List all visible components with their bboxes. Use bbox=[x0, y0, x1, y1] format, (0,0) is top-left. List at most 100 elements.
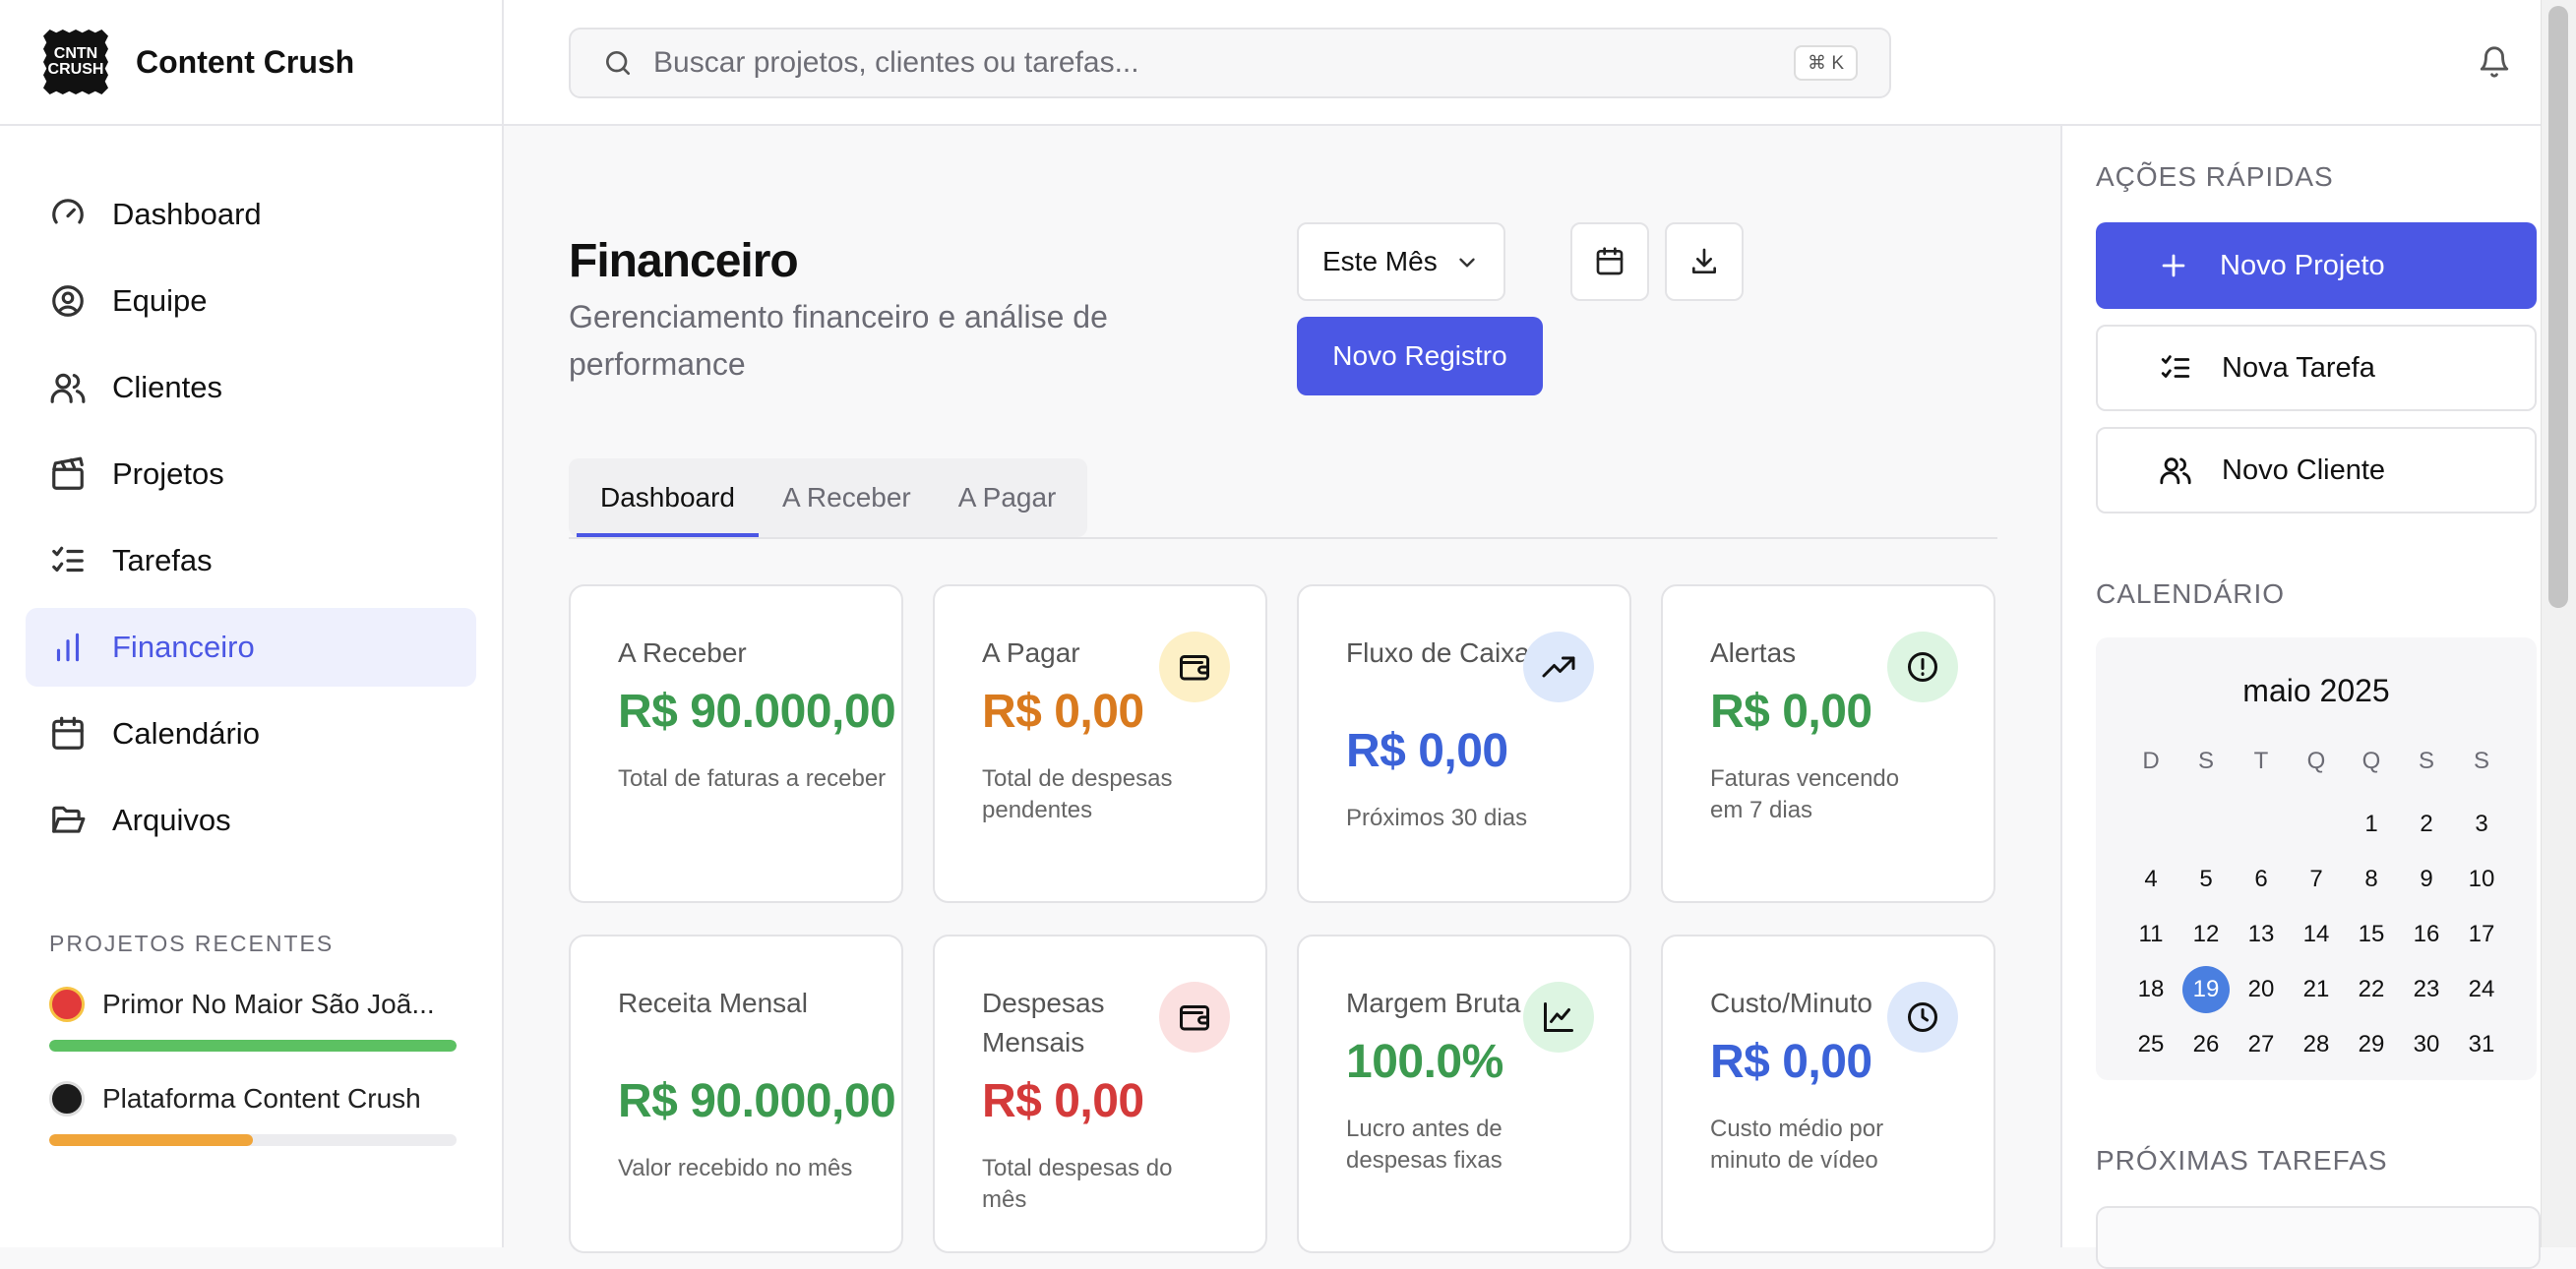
bell-icon[interactable] bbox=[2478, 45, 2511, 79]
calendar-day[interactable]: 13 bbox=[2234, 907, 2289, 962]
calendar-day[interactable]: 15 bbox=[2344, 907, 2399, 962]
card-value: R$ 90.000,00 bbox=[618, 686, 896, 738]
line-chart-icon bbox=[1544, 1002, 1573, 1032]
tab-dashboard[interactable]: Dashboard bbox=[577, 462, 759, 537]
day-number: 14 bbox=[2302, 921, 2330, 947]
calendar-day[interactable]: 31 bbox=[2454, 1017, 2509, 1072]
calendar-day-today[interactable]: 19 bbox=[2178, 962, 2234, 1017]
weekday-label: S bbox=[2473, 748, 2489, 774]
sidebar-item-label: Financeiro bbox=[112, 630, 255, 664]
recent-project[interactable]: Primor No Maior São Joã... bbox=[49, 987, 457, 1052]
user-circle-icon bbox=[52, 285, 84, 317]
tab-a-pagar[interactable]: A Pagar bbox=[935, 458, 1080, 537]
calendar-day[interactable]: 7 bbox=[2289, 852, 2344, 907]
sidebar-item-arquivos[interactable]: Arquivos bbox=[26, 781, 476, 860]
tab-a-receber[interactable]: A Receber bbox=[759, 458, 935, 537]
calendar-day[interactable]: 17 bbox=[2454, 907, 2509, 962]
recent-project[interactable]: Plataforma Content Crush bbox=[49, 1081, 457, 1146]
calendar-day[interactable]: 1 bbox=[2344, 797, 2399, 852]
card-description: Valor recebido no mês bbox=[618, 1155, 853, 1181]
calendar-day[interactable]: 10 bbox=[2454, 852, 2509, 907]
card-value: 100.0% bbox=[1346, 1036, 1503, 1088]
trending-up-icon bbox=[1542, 656, 1575, 678]
calendar-day[interactable]: 20 bbox=[2234, 962, 2289, 1017]
kpi-card[interactable]: Alertas R$ 0,00 Faturas vencendo em 7 dias bbox=[1661, 584, 1995, 903]
novo-projeto-button[interactable]: Novo Projeto bbox=[2096, 222, 2537, 309]
day-number: 7 bbox=[2309, 866, 2323, 892]
wallet-icon bbox=[1180, 1005, 1209, 1031]
day-number: 3 bbox=[2475, 811, 2488, 837]
kpi-card[interactable]: Margem Bruta 100.0% Lucro antes de despesa… bbox=[1297, 935, 1631, 1253]
card-label: Despesas Mensais bbox=[982, 988, 1105, 1058]
scrollbar[interactable] bbox=[2541, 0, 2576, 1247]
calendar-day[interactable]: 28 bbox=[2289, 1017, 2344, 1072]
sidebar-item-label: Tarefas bbox=[112, 543, 213, 577]
calendar-day[interactable]: 8 bbox=[2344, 852, 2399, 907]
sidebar-item-projetos[interactable]: Projetos bbox=[26, 435, 476, 514]
kpi-card[interactable]: Fluxo de Caixa R$ 0,00 Próximos 30 dias bbox=[1297, 584, 1631, 903]
kpi-card[interactable]: A Receber R$ 90.000,00 Total de faturas a … bbox=[569, 584, 903, 903]
calendar-empty-cell bbox=[2289, 797, 2344, 852]
new-record-button[interactable]: Novo Registro bbox=[1297, 317, 1543, 395]
sidebar-item-calendario[interactable]: Calendário bbox=[26, 695, 476, 773]
kpi-card[interactable]: Receita Mensal R$ 90.000,00 Valor recebido… bbox=[569, 935, 903, 1253]
search-input[interactable] bbox=[651, 45, 1738, 81]
project-name: Primor No Maior São Joã... bbox=[102, 989, 435, 1019]
calendar-day[interactable]: 22 bbox=[2344, 962, 2399, 1017]
calendar-day[interactable]: 4 bbox=[2123, 852, 2178, 907]
project-avatar bbox=[49, 1081, 85, 1117]
calendar-day[interactable]: 12 bbox=[2178, 907, 2234, 962]
calendar-day[interactable]: 23 bbox=[2399, 962, 2454, 1017]
calendar-day[interactable]: 30 bbox=[2399, 1017, 2454, 1072]
calendar-day[interactable]: 25 bbox=[2123, 1017, 2178, 1072]
sidebar-item-dashboard[interactable]: Dashboard bbox=[26, 175, 476, 254]
kpi-card[interactable]: Custo/Minuto R$ 0,00 Custo médio por minut… bbox=[1661, 935, 1995, 1253]
period-select[interactable]: Este Mês bbox=[1297, 222, 1505, 301]
project-progress-fill bbox=[49, 1134, 253, 1146]
nova-tarefa-button[interactable]: Nova Tarefa bbox=[2096, 325, 2537, 411]
day-number: 30 bbox=[2413, 1031, 2440, 1058]
novo-cliente-button[interactable]: Novo Cliente bbox=[2096, 427, 2537, 514]
card-value: R$ 90.000,00 bbox=[618, 1075, 896, 1127]
search-box[interactable]: ⌘ K bbox=[569, 28, 1891, 98]
day-number: 22 bbox=[2358, 976, 2385, 1002]
calendar-day[interactable]: 21 bbox=[2289, 962, 2344, 1017]
calendar-day[interactable]: 27 bbox=[2234, 1017, 2289, 1072]
brand[interactable]: CNTN CRUSH Content Crush bbox=[0, 0, 502, 126]
card-icon-badge bbox=[1523, 982, 1594, 1053]
kpi-card[interactable]: Despesas Mensais R$ 0,00 Total despesas do… bbox=[933, 935, 1267, 1253]
weekday-label: Q bbox=[2361, 748, 2381, 774]
day-number: 23 bbox=[2413, 976, 2440, 1002]
calendar-day[interactable]: 2 bbox=[2399, 797, 2454, 852]
sidebar-item-financeiro[interactable]: Financeiro bbox=[26, 608, 476, 687]
calendar-day[interactable]: 26 bbox=[2178, 1017, 2234, 1072]
weekday-label: Q bbox=[2306, 748, 2326, 774]
calendar-day[interactable]: 29 bbox=[2344, 1017, 2399, 1072]
calendar-day[interactable]: 6 bbox=[2234, 852, 2289, 907]
calendar-day[interactable]: 3 bbox=[2454, 797, 2509, 852]
card-icon-badge bbox=[1887, 632, 1958, 702]
calendar-day[interactable]: 24 bbox=[2454, 962, 2509, 1017]
sidebar-item-equipe[interactable]: Equipe bbox=[26, 262, 476, 340]
kpi-card[interactable]: A Pagar R$ 0,00 Total de despesas pendente… bbox=[933, 584, 1267, 903]
sidebar-item-clientes[interactable]: Clientes bbox=[26, 348, 476, 427]
tabs-divider bbox=[569, 537, 1997, 539]
calendar-button[interactable] bbox=[1570, 222, 1649, 301]
calendar-day[interactable]: 16 bbox=[2399, 907, 2454, 962]
calendar-empty-cell bbox=[2178, 797, 2234, 852]
bar-chart-icon bbox=[56, 633, 80, 662]
sidebar-item-tarefas[interactable]: Tarefas bbox=[26, 521, 476, 600]
calendar-day[interactable]: 18 bbox=[2123, 962, 2178, 1017]
alert-circle-icon bbox=[1908, 652, 1937, 682]
calendar-day[interactable]: 14 bbox=[2289, 907, 2344, 962]
day-number: 9 bbox=[2420, 866, 2433, 892]
calendar-day[interactable]: 11 bbox=[2123, 907, 2178, 962]
calendar-day[interactable]: 5 bbox=[2178, 852, 2234, 907]
calendar-day[interactable]: 9 bbox=[2399, 852, 2454, 907]
scrollbar-thumb[interactable] bbox=[2548, 6, 2568, 608]
download-icon bbox=[1692, 248, 1716, 273]
card-value: R$ 0,00 bbox=[1710, 686, 1872, 738]
sidebar-nav: Dashboard Equipe Clientes Projetos Tarefas Fi… bbox=[0, 126, 502, 860]
card-label: A Receber bbox=[618, 637, 747, 668]
download-button[interactable] bbox=[1665, 222, 1744, 301]
